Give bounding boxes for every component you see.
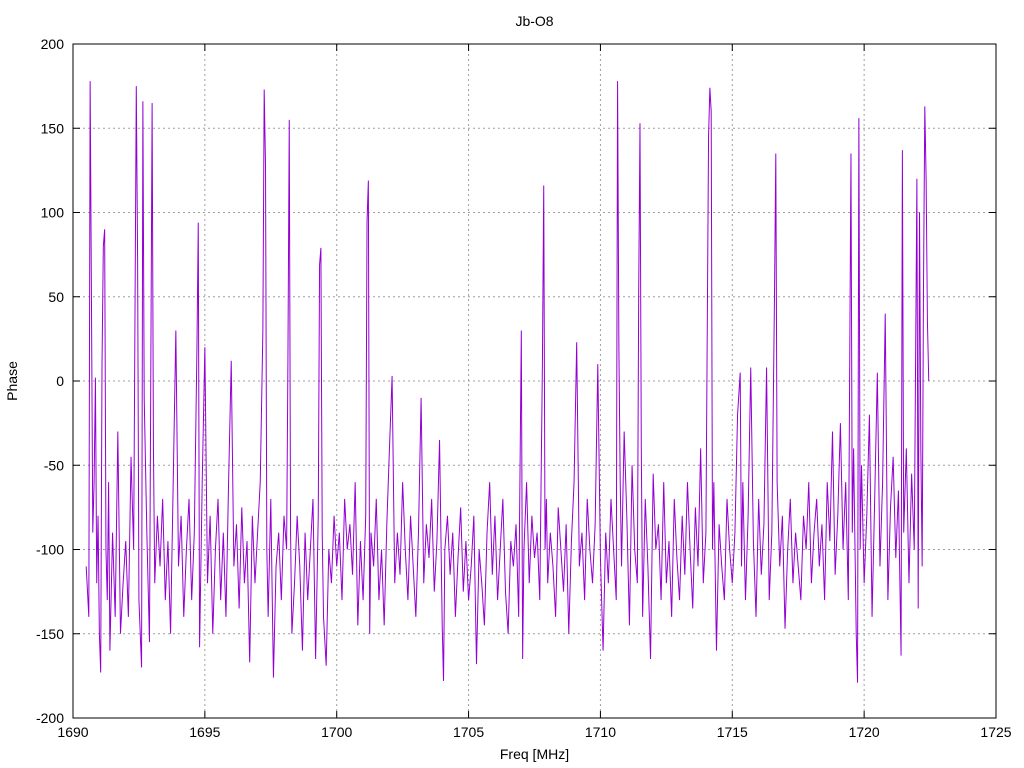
x-tick-label: 1710 bbox=[585, 724, 616, 740]
y-tick-label: -150 bbox=[36, 626, 64, 642]
y-tick-label: 200 bbox=[41, 36, 65, 52]
chart-title: Jb-O8 bbox=[515, 13, 553, 29]
y-tick-label: 100 bbox=[41, 205, 65, 221]
x-tick-label: 1725 bbox=[980, 724, 1011, 740]
x-tick-label: 1705 bbox=[453, 724, 484, 740]
y-tick-label: 0 bbox=[56, 373, 64, 389]
x-tick-label: 1690 bbox=[57, 724, 88, 740]
tick-labels: 1690 1695 1700 1705 1710 1715 1720 1725 -200 -150… bbox=[36, 36, 1012, 740]
x-tick-label: 1700 bbox=[321, 724, 352, 740]
phase-series-line bbox=[85, 81, 930, 683]
phase-line-chart: 1690 1695 1700 1705 1710 1715 1720 1725 -200 -150… bbox=[4, 13, 1012, 762]
x-tick-label: 1720 bbox=[849, 724, 880, 740]
x-tick-label: 1695 bbox=[189, 724, 220, 740]
y-tick-label: 150 bbox=[41, 120, 65, 136]
y-tick-label: -50 bbox=[44, 457, 64, 473]
y-axis-title: Phase bbox=[4, 361, 20, 401]
chart-container: 1690 1695 1700 1705 1710 1715 1720 1725 -200 -150… bbox=[0, 0, 1024, 768]
series-layer bbox=[85, 81, 930, 683]
x-axis-title: Freq [MHz] bbox=[500, 746, 569, 762]
y-tick-label: -200 bbox=[36, 710, 64, 726]
y-tick-label: -100 bbox=[36, 542, 64, 558]
y-tick-label: 50 bbox=[48, 289, 64, 305]
x-tick-label: 1715 bbox=[717, 724, 748, 740]
